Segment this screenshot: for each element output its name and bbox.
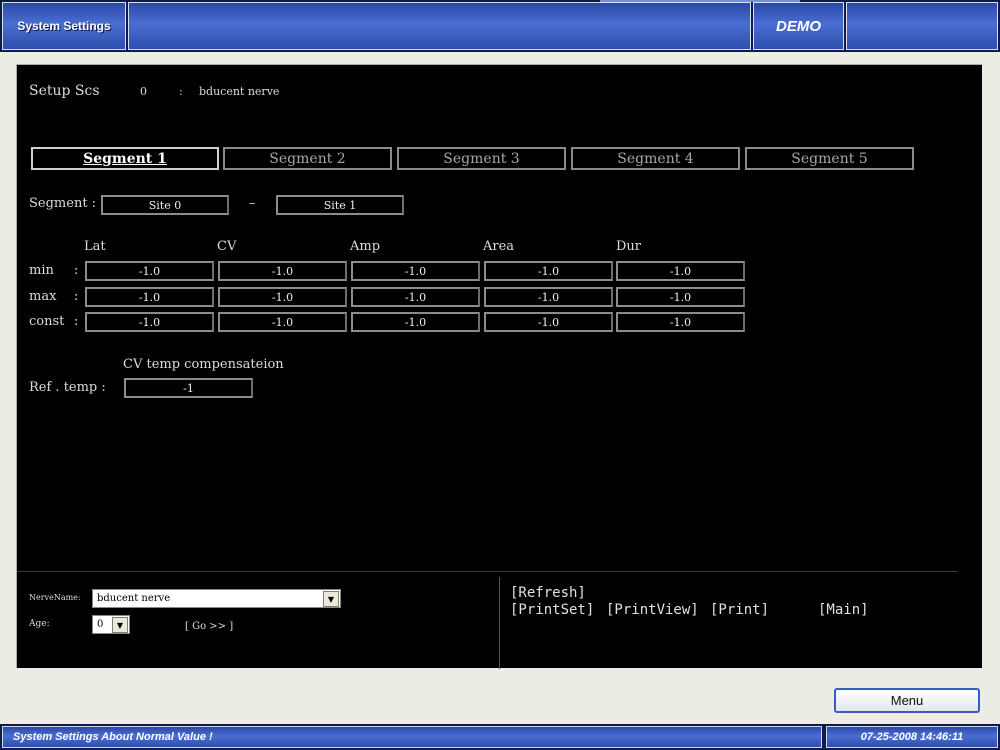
age-select[interactable]: 0 ▼ — [92, 615, 130, 634]
site-dash: – — [249, 196, 256, 211]
site-to-field[interactable]: Site 1 — [276, 195, 404, 215]
const-area-field[interactable]: -1.0 — [484, 312, 613, 332]
nerve-name-label: NerveName: — [29, 593, 81, 602]
max-dur-field[interactable]: -1.0 — [616, 287, 745, 307]
row-colon-const: : — [74, 314, 79, 329]
chevron-down-icon[interactable]: ▼ — [323, 591, 339, 607]
tab-segment-2[interactable]: Segment 2 — [223, 147, 392, 170]
const-dur-field[interactable]: -1.0 — [616, 312, 745, 332]
ref-temp-label: Ref . temp : — [29, 380, 106, 395]
print-command[interactable]: [Print] — [710, 602, 769, 618]
min-amp-field[interactable]: -1.0 — [351, 261, 480, 281]
tab-segment-4[interactable]: Segment 4 — [571, 147, 740, 170]
ref-temp-field[interactable]: -1 — [124, 378, 253, 398]
setup-nerve: bducent nerve — [199, 85, 280, 98]
settings-screen: Setup Scs 0 : bducent nerve Segment 1 Se… — [16, 64, 982, 669]
title-bar-spacer — [128, 2, 751, 50]
menu-button[interactable]: Menu — [834, 688, 980, 713]
max-lat-field[interactable]: -1.0 — [85, 287, 214, 307]
max-amp-field[interactable]: -1.0 — [351, 287, 480, 307]
cv-temp-heading: CV temp compensateion — [123, 357, 284, 372]
min-area-field[interactable]: -1.0 — [484, 261, 613, 281]
refresh-command[interactable]: [Refresh] — [510, 585, 586, 601]
row-label-const: const — [29, 314, 65, 329]
chevron-down-icon[interactable]: ▼ — [112, 617, 128, 633]
column-header-dur: Dur — [616, 239, 642, 254]
tab-segment-1[interactable]: Segment 1 — [31, 147, 219, 170]
max-area-field[interactable]: -1.0 — [484, 287, 613, 307]
const-lat-field[interactable]: -1.0 — [85, 312, 214, 332]
tab-segment-5[interactable]: Segment 5 — [745, 147, 914, 170]
row-label-max: max — [29, 289, 57, 304]
column-header-amp: Amp — [350, 239, 381, 254]
title-bar: System Settings DEMO — [0, 0, 1000, 52]
column-header-lat: Lat — [84, 239, 106, 254]
printview-command[interactable]: [PrintView] — [606, 602, 699, 618]
min-dur-field[interactable]: -1.0 — [616, 261, 745, 281]
const-amp-field[interactable]: -1.0 — [351, 312, 480, 332]
status-datetime: 07-25-2008 14:46:11 — [826, 726, 998, 748]
bottom-divider — [17, 571, 957, 572]
min-cv-field[interactable]: -1.0 — [218, 261, 347, 281]
age-value: 0 — [97, 619, 104, 630]
setup-separator: : — [179, 85, 183, 98]
row-colon-max: : — [74, 289, 79, 304]
row-colon-min: : — [74, 263, 79, 278]
max-cv-field[interactable]: -1.0 — [218, 287, 347, 307]
page-title: System Settings — [2, 2, 126, 50]
status-message: System Settings About Normal Value ! — [2, 726, 822, 748]
status-bar: System Settings About Normal Value ! 07-… — [0, 724, 1000, 750]
go-button[interactable]: [ Go >> ] — [185, 621, 233, 632]
setup-label: Setup Scs — [29, 83, 100, 99]
demo-badge: DEMO — [753, 2, 844, 50]
main-command[interactable]: [Main] — [818, 602, 869, 618]
bottom-vertical-divider — [499, 577, 500, 669]
const-cv-field[interactable]: -1.0 — [218, 312, 347, 332]
setup-number: 0 — [140, 85, 147, 98]
segment-row-label: Segment : — [29, 196, 97, 211]
nerve-name-value: bducent nerve — [97, 593, 171, 604]
tab-segment-3[interactable]: Segment 3 — [397, 147, 566, 170]
row-label-min: min — [29, 263, 54, 278]
min-lat-field[interactable]: -1.0 — [85, 261, 214, 281]
column-header-cv: CV — [217, 239, 237, 254]
column-header-area: Area — [483, 239, 515, 254]
age-label: Age: — [29, 619, 50, 629]
title-bar-right-panel — [846, 2, 998, 50]
site-from-field[interactable]: Site 0 — [101, 195, 229, 215]
nerve-name-select[interactable]: bducent nerve ▼ — [92, 589, 341, 608]
printset-command[interactable]: [PrintSet] — [510, 602, 594, 618]
